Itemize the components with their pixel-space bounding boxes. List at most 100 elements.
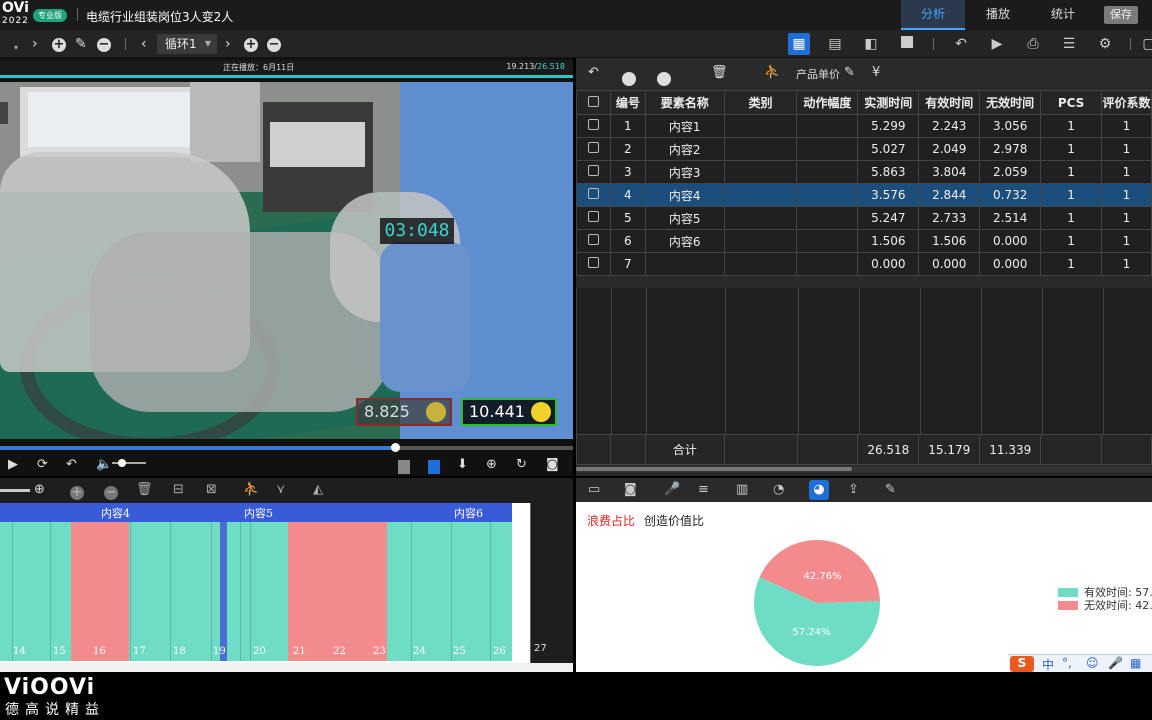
emoji-icon[interactable]: ☺ — [1086, 656, 1099, 670]
table-cell-cat[interactable] — [723, 252, 798, 276]
trash-icon[interactable]: 🗑 — [136, 482, 153, 497]
column-header[interactable]: 编号 — [609, 90, 646, 115]
punctuation-icon[interactable]: °, — [1062, 656, 1072, 670]
layout-columns-icon[interactable]: ◧ — [860, 33, 882, 55]
ineffective-segment[interactable] — [71, 522, 99, 661]
remove-cycle-icon[interactable]: − — [267, 36, 281, 52]
table-cell-coef[interactable]: 1 — [1100, 206, 1152, 230]
table-cell-coef[interactable]: 1 — [1100, 137, 1152, 161]
table-cell-id[interactable]: 7 — [609, 252, 646, 276]
globe-chart-icon[interactable]: ◕ — [809, 480, 829, 500]
back-icon[interactable]: ↶ — [66, 457, 77, 472]
table-cell-ineffective[interactable]: 0.000 — [979, 252, 1042, 276]
row-checkbox-cell[interactable] — [576, 206, 611, 230]
row-checkbox[interactable] — [587, 234, 599, 245]
row-checkbox-cell[interactable] — [576, 160, 611, 184]
table-cell-effective[interactable]: 2.049 — [918, 137, 981, 161]
table-cell-name[interactable]: 内容2 — [644, 137, 725, 161]
table-cell-coef[interactable]: 1 — [1100, 229, 1152, 253]
row-checkbox[interactable] — [587, 119, 599, 130]
table-cell-pcs[interactable]: 1 — [1040, 114, 1102, 138]
zoom-in-icon[interactable]: ⊕ — [34, 482, 45, 497]
row-checkbox[interactable] — [587, 142, 599, 153]
table-cell-pcs[interactable]: 1 — [1040, 206, 1102, 230]
pie-chart-icon[interactable]: ◔ — [773, 482, 784, 497]
table-cell-ineffective[interactable]: 0.732 — [979, 183, 1042, 207]
camera-icon[interactable]: ◙ — [546, 457, 559, 472]
table-cell-cat[interactable] — [723, 160, 798, 184]
row-checkbox-cell[interactable] — [576, 137, 611, 161]
equalizer-icon[interactable]: ≡ — [698, 482, 709, 497]
effective-segment[interactable] — [129, 522, 220, 661]
download-icon[interactable]: ⬇ — [457, 457, 468, 472]
menu-icon[interactable]: ☰ — [1058, 33, 1080, 55]
print-icon[interactable]: ⎙ — [1022, 33, 1044, 55]
yen-icon[interactable]: ¥ — [872, 65, 880, 80]
column-header[interactable]: 有效时间 — [918, 90, 981, 115]
table-cell-measured[interactable]: 0.000 — [857, 252, 920, 276]
camera-icon[interactable]: ◙ — [624, 482, 637, 497]
table-cell-amp[interactable] — [796, 229, 859, 253]
table-cell-pcs[interactable]: 1 — [1040, 229, 1102, 253]
person-icon[interactable]: ⛹ — [764, 65, 780, 80]
row-checkbox-cell[interactable] — [576, 114, 611, 138]
layout-grid-icon[interactable]: ▦ — [788, 33, 810, 55]
column-header[interactable]: 实测时间 — [857, 90, 920, 115]
row-checkbox-cell[interactable] — [576, 252, 611, 276]
table-cell-coef[interactable]: 1 — [1100, 252, 1152, 276]
table-cell-pcs[interactable]: 1 — [1040, 183, 1102, 207]
column-header[interactable]: 要素名称 — [644, 90, 725, 115]
save-button[interactable]: 保存 — [1104, 6, 1138, 24]
column-header[interactable]: 无效时间 — [979, 90, 1042, 115]
table-cell-amp[interactable] — [796, 137, 859, 161]
zoom-slider[interactable] — [0, 489, 30, 492]
video-progress-bar[interactable] — [0, 443, 573, 452]
sogou-logo-icon[interactable]: S — [1010, 656, 1034, 672]
table-row[interactable]: 6 内容6 1.506 1.506 0.000 1 1 — [576, 229, 1152, 253]
tab-waste-ratio[interactable]: 浪费占比 — [587, 512, 635, 529]
table-cell-amp[interactable] — [796, 160, 859, 184]
comment-icon[interactable]: ▭ — [588, 482, 600, 497]
column-header[interactable]: PCS — [1040, 90, 1102, 115]
dropdown-caret-icon[interactable]: ▾ — [14, 40, 18, 56]
ineffective-segment[interactable] — [288, 522, 387, 661]
table-cell-cat[interactable] — [723, 137, 798, 161]
table-cell-amp[interactable] — [796, 183, 859, 207]
cycle-select[interactable]: 循环1 ▼ — [157, 34, 217, 54]
row-checkbox[interactable] — [587, 165, 599, 176]
video-frame[interactable]: 03:048 8.825 10.441 — [0, 82, 573, 439]
progress-knob[interactable] — [391, 443, 401, 452]
table-cell-cat[interactable] — [723, 206, 798, 230]
table-cell-ineffective[interactable]: 0.000 — [979, 229, 1042, 253]
person-icon[interactable]: ⛹ — [243, 482, 259, 497]
table-cell-amp[interactable] — [796, 114, 859, 138]
table-cell-name[interactable]: 内容6 — [644, 229, 725, 253]
table-cell-coef[interactable]: 1 — [1100, 114, 1152, 138]
select-all-checkbox[interactable] — [587, 95, 599, 107]
play-icon[interactable]: ▶ — [8, 457, 18, 472]
ineffective-segment[interactable] — [99, 522, 129, 661]
pen-icon[interactable]: ✎ — [885, 482, 896, 497]
table-cell-coef[interactable]: 1 — [1100, 160, 1152, 184]
edit-icon[interactable]: ✎ — [844, 65, 855, 80]
table-cell-measured[interactable]: 1.506 — [857, 229, 920, 253]
column-header[interactable]: 类别 — [723, 90, 798, 115]
tab-analysis[interactable]: 分析 — [901, 0, 965, 30]
close-box-icon[interactable]: ⊠ — [206, 482, 217, 497]
table-cell-ineffective[interactable]: 3.056 — [979, 114, 1042, 138]
row-checkbox[interactable] — [587, 257, 599, 268]
tab-play[interactable]: 播放 — [966, 0, 1030, 30]
table-cell-ineffective[interactable]: 2.514 — [979, 206, 1042, 230]
row-checkbox-cell[interactable] — [576, 229, 611, 253]
remove-icon[interactable]: − — [97, 36, 111, 52]
merge-icon[interactable]: ⋎ — [276, 482, 286, 497]
table-cell-measured[interactable]: 5.247 — [857, 206, 920, 230]
table-cell-effective[interactable]: 2.733 — [918, 206, 981, 230]
tab-statistics[interactable]: 统计 — [1031, 0, 1095, 30]
volume-icon[interactable]: 🔈 — [96, 457, 112, 472]
refresh-icon[interactable]: ↻ — [516, 457, 527, 472]
table-cell-id[interactable]: 3 — [609, 160, 646, 184]
table-cell-pcs[interactable]: 1 — [1040, 252, 1102, 276]
table-cell-name[interactable]: 内容5 — [644, 206, 725, 230]
table-cell-id[interactable]: 6 — [609, 229, 646, 253]
